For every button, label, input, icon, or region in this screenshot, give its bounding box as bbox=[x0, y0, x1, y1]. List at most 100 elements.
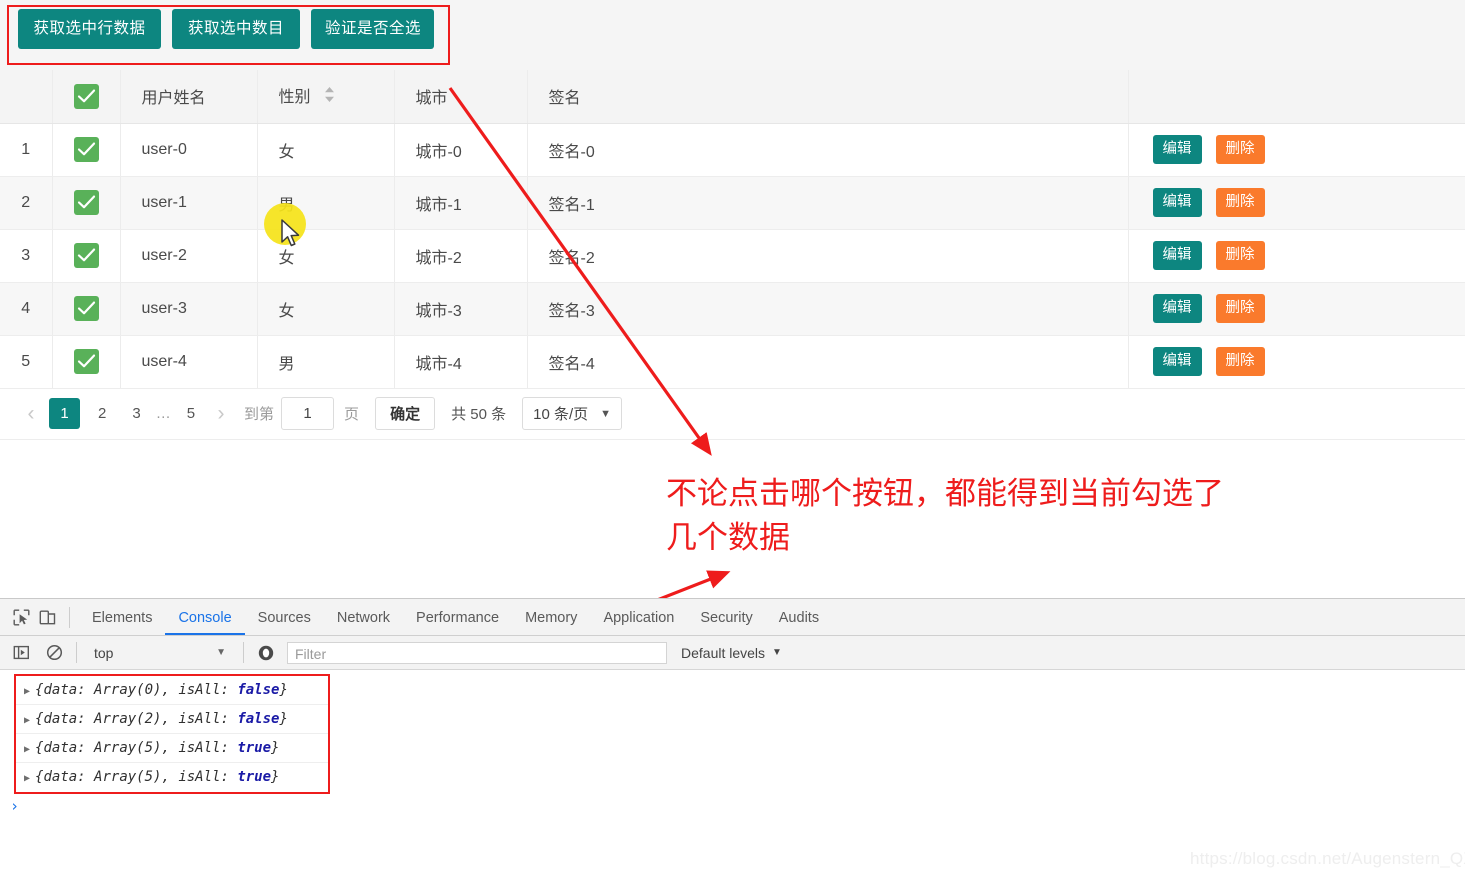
row-index: 4 bbox=[0, 282, 53, 336]
row-checkbox[interactable] bbox=[73, 137, 99, 162]
edit-button[interactable]: 编辑 bbox=[1152, 294, 1202, 323]
console-sidebar-toggle-icon[interactable] bbox=[8, 640, 34, 666]
header-select-all[interactable] bbox=[52, 70, 121, 124]
delete-button[interactable]: 删除 bbox=[1215, 294, 1265, 323]
edit-button[interactable]: 编辑 bbox=[1152, 188, 1202, 217]
annotation-line-2: 几个数据 bbox=[666, 520, 790, 557]
console-log-row[interactable]: ▶ {data: Array(0), isAll: false} bbox=[16, 676, 328, 705]
sort-icon[interactable] bbox=[324, 86, 335, 108]
cell-actions: 编辑 删除 bbox=[1128, 282, 1465, 336]
user-data-table: 用户姓名 性别 城市 签名 1 user-0 女城市-0 签名-0 编辑 删除 2 user-… bbox=[0, 70, 1465, 389]
row-checkbox-cell[interactable] bbox=[52, 123, 121, 177]
table-header: 用户姓名 性别 城市 签名 bbox=[0, 70, 1465, 124]
cell-city: 城市-2 bbox=[394, 229, 528, 283]
header-signature[interactable]: 签名 bbox=[527, 70, 1129, 124]
expand-triangle-icon[interactable]: ▶ bbox=[24, 773, 30, 784]
get-selected-count-button[interactable]: 获取选中数目 bbox=[172, 9, 300, 49]
table-row[interactable]: 2user-1男城市-1签名-1编辑删除 bbox=[0, 176, 1465, 230]
annotation-line-1: 不论点击哪个按钮，都能得到当前勾选了 bbox=[666, 476, 1224, 512]
log-levels-select[interactable]: Default levels ▼ bbox=[681, 645, 782, 661]
expand-triangle-icon[interactable]: ▶ bbox=[24, 744, 30, 755]
verify-all-selected-button[interactable]: 验证是否全选 bbox=[311, 9, 434, 49]
row-index: 5 bbox=[0, 335, 53, 389]
devtools-tab-security[interactable]: Security bbox=[687, 599, 765, 635]
row-checkbox-cell[interactable] bbox=[52, 229, 121, 283]
cell-actions: 编辑 删除 bbox=[1128, 123, 1465, 177]
cell-username: user-2 bbox=[120, 229, 258, 283]
devtools-tab-console[interactable]: Console bbox=[165, 599, 245, 635]
check-icon bbox=[77, 142, 95, 156]
row-checkbox[interactable] bbox=[73, 296, 99, 321]
delete-button[interactable]: 删除 bbox=[1215, 347, 1265, 376]
edit-button[interactable]: 编辑 bbox=[1152, 135, 1202, 164]
row-checkbox-cell[interactable] bbox=[52, 335, 121, 389]
devtools-tab-elements[interactable]: Elements bbox=[79, 599, 165, 635]
devtools-tab-network[interactable]: Network bbox=[324, 599, 403, 635]
delete-button[interactable]: 删除 bbox=[1215, 135, 1265, 164]
row-checkbox[interactable] bbox=[73, 349, 99, 374]
page-button-1[interactable]: 1 bbox=[49, 398, 80, 429]
console-toolbar-divider-2 bbox=[243, 642, 244, 663]
edit-button[interactable]: 编辑 bbox=[1152, 347, 1202, 376]
log-boolean-value: true bbox=[237, 740, 272, 756]
table-row[interactable]: 5 user-4 男城市-4 签名-4 编辑 删除 bbox=[0, 335, 1465, 389]
row-checkbox-cell[interactable] bbox=[52, 176, 121, 230]
log-prefix: {data: Array(5), isAll: bbox=[35, 740, 238, 756]
console-prompt-icon[interactable]: › bbox=[10, 797, 19, 815]
devtools-tab-sources[interactable]: Sources bbox=[245, 599, 324, 635]
clear-console-icon[interactable] bbox=[41, 640, 67, 666]
header-gender[interactable]: 性别 bbox=[257, 70, 395, 124]
device-toolbar-icon[interactable] bbox=[34, 604, 60, 630]
inspect-element-icon[interactable] bbox=[8, 604, 34, 630]
header-index bbox=[0, 70, 53, 124]
cell-city: 城市-3 bbox=[394, 282, 528, 336]
devtools-tab-performance[interactable]: Performance bbox=[403, 599, 512, 635]
header-actions bbox=[1128, 70, 1465, 124]
get-selected-rows-button[interactable]: 获取选中行数据 bbox=[18, 9, 161, 49]
check-icon bbox=[77, 354, 95, 368]
log-prefix: {data: Array(0), isAll: bbox=[35, 682, 238, 698]
cell-signature: 签名-0 bbox=[527, 123, 1129, 177]
execution-context-label: top bbox=[94, 644, 114, 661]
page-button-2[interactable]: 2 bbox=[90, 398, 114, 429]
header-city[interactable]: 城市 bbox=[394, 70, 528, 124]
check-icon bbox=[77, 89, 95, 103]
next-page-button[interactable]: › bbox=[208, 402, 234, 426]
console-log-row[interactable]: ▶ {data: Array(5), isAll: true} bbox=[16, 763, 328, 792]
cell-actions: 编辑 删除 bbox=[1128, 229, 1465, 283]
jump-page-input[interactable] bbox=[281, 397, 335, 430]
devtools-tab-memory[interactable]: Memory bbox=[512, 599, 590, 635]
console-log-row[interactable]: ▶ {data: Array(2), isAll: false} bbox=[16, 705, 328, 734]
jump-confirm-button[interactable]: 确定 bbox=[375, 397, 436, 430]
cell-gender: 男 bbox=[257, 335, 395, 389]
delete-button[interactable]: 删除 bbox=[1215, 241, 1265, 270]
table-header-row: 用户姓名 性别 城市 签名 bbox=[0, 70, 1465, 124]
devtools-tab-audits[interactable]: Audits bbox=[766, 599, 832, 635]
expand-triangle-icon[interactable]: ▶ bbox=[24, 715, 30, 726]
log-boolean-value: false bbox=[237, 711, 280, 727]
expand-triangle-icon[interactable]: ▶ bbox=[24, 686, 30, 697]
row-index: 3 bbox=[0, 229, 53, 283]
edit-button[interactable]: 编辑 bbox=[1152, 241, 1202, 270]
header-username[interactable]: 用户姓名 bbox=[120, 70, 258, 124]
page-button-3[interactable]: 3 bbox=[124, 398, 148, 429]
row-checkbox[interactable] bbox=[73, 190, 99, 215]
table-row[interactable]: 1 user-0 女城市-0 签名-0 编辑 删除 bbox=[0, 123, 1465, 177]
table-row[interactable]: 4 user-3 女城市-3 签名-3 编辑 删除 bbox=[0, 282, 1465, 336]
select-all-checkbox[interactable] bbox=[73, 83, 99, 109]
live-expression-eye-icon[interactable] bbox=[253, 640, 279, 666]
toolbar-area: 获取选中行数据 获取选中数目 验证是否全选 bbox=[0, 0, 1465, 70]
devtools-tab-application[interactable]: Application bbox=[590, 599, 687, 635]
prev-page-button[interactable]: ‹ bbox=[18, 402, 44, 426]
page-button-last[interactable]: 5 bbox=[179, 398, 203, 429]
console-filter-input[interactable]: Filter bbox=[287, 641, 667, 664]
cell-signature: 签名-3 bbox=[527, 282, 1129, 336]
row-checkbox[interactable] bbox=[73, 243, 99, 268]
console-log-row[interactable]: ▶ {data: Array(5), isAll: true} bbox=[16, 734, 328, 763]
table-row[interactable]: 3 user-2 女城市-2 签名-2 编辑 删除 bbox=[0, 229, 1465, 283]
page-size-select[interactable]: 10 条/页 ▼ bbox=[522, 397, 623, 430]
delete-button[interactable]: 删除 bbox=[1215, 188, 1265, 217]
console-toolbar-divider bbox=[76, 642, 77, 663]
execution-context-select[interactable]: top ▼ bbox=[86, 645, 234, 661]
row-checkbox-cell[interactable] bbox=[52, 282, 121, 336]
